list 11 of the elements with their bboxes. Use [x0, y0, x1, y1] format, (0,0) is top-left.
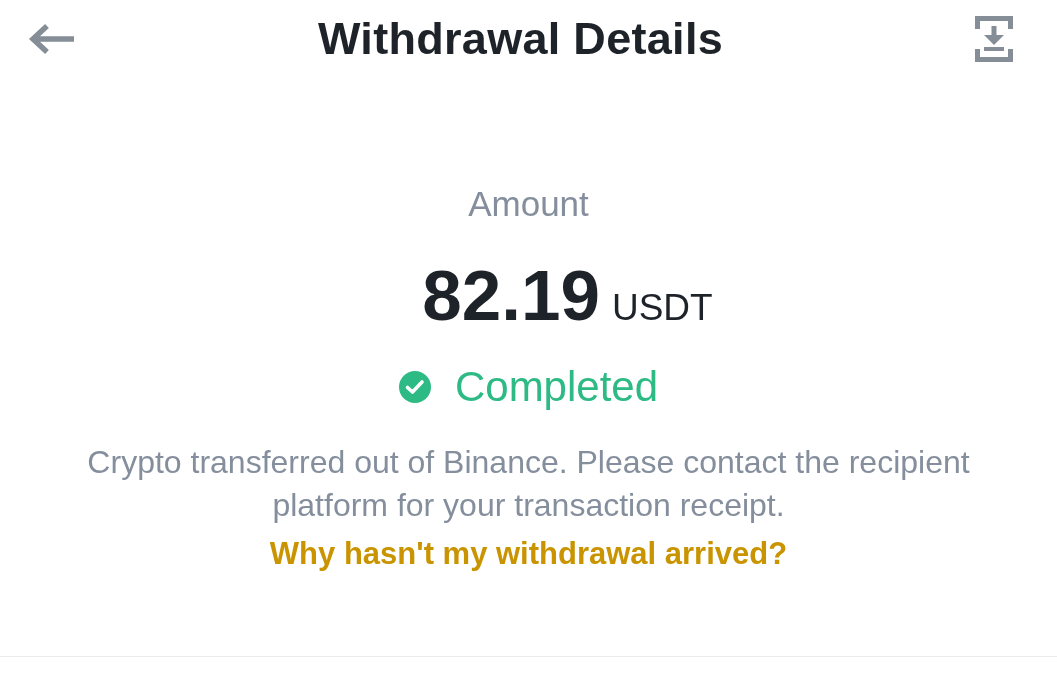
help-link[interactable]: Why hasn't my withdrawal arrived?: [269, 534, 788, 574]
back-button[interactable]: [28, 23, 76, 55]
page-title: Withdrawal Details: [317, 13, 724, 65]
back-arrow-icon: [28, 23, 76, 55]
amount-value: 82.19: [422, 256, 600, 336]
description-text: Crypto transferred out of Binance. Please contact the recipient platform for your transaction receipt.: [86, 443, 971, 525]
status-text: Completed: [454, 362, 659, 412]
amount-label: Amount: [468, 183, 589, 225]
currency-code: USDT: [611, 287, 713, 329]
download-icon: [975, 16, 1013, 62]
download-button[interactable]: [975, 16, 1013, 62]
